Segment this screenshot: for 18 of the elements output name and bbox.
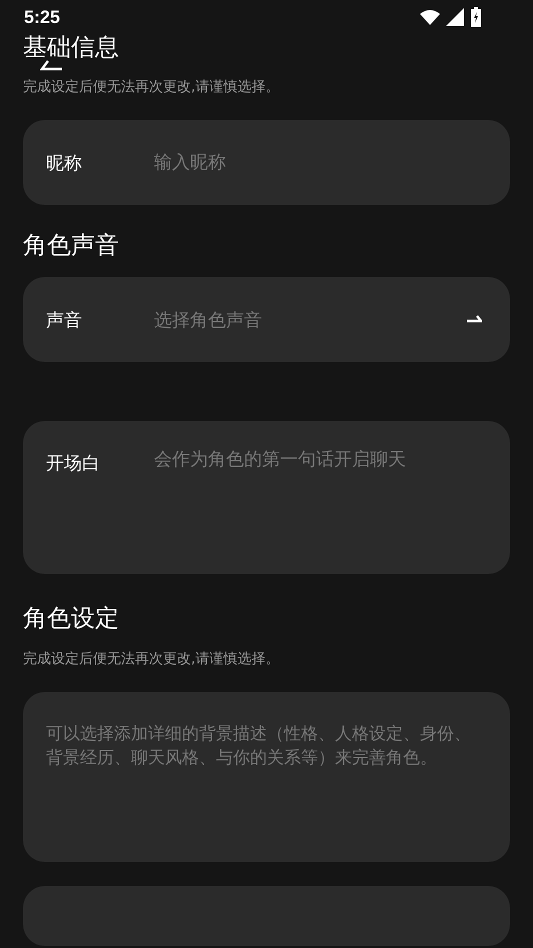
field-label: 开场白 — [46, 452, 101, 475]
section-title: 基础信息 — [23, 34, 119, 60]
wifi-icon — [420, 9, 440, 25]
section-subtitle: 完成设定后便无法再次更改,请谨慎选择。 — [23, 78, 280, 96]
signal-icon — [446, 8, 464, 26]
background-placeholder: 可以选择添加详细的背景描述（性格、人格设定、身份、背景经历、聊天风格、与你的关系等）来完善角色。 — [46, 723, 472, 770]
opening-line-input[interactable]: 会作为角色的第一句话开启聊天 — [154, 448, 482, 508]
voice-selector[interactable]: 声音 选择角色声音 — [23, 277, 510, 362]
battery-icon — [470, 7, 482, 27]
status-time: 5:25 — [24, 6, 60, 28]
field-label: 昵称 — [46, 152, 83, 174]
voice-placeholder: 选择角色声音 — [154, 308, 263, 332]
section-title: 角色声音 — [23, 230, 120, 261]
nickname-input[interactable]: 输入昵称 — [154, 152, 482, 173]
field-label: 声音 — [46, 308, 83, 332]
section-title: 角色设定 — [23, 603, 120, 634]
section-subtitle: 完成设定后便无法再次更改,请谨慎选择。 — [23, 650, 280, 668]
opening-line-field[interactable]: 开场白 会作为角色的第一句话开启聊天 — [23, 421, 510, 574]
